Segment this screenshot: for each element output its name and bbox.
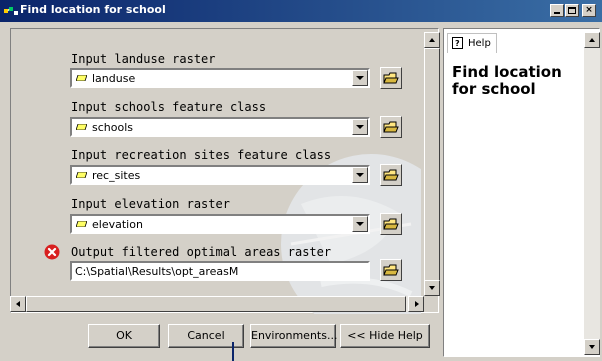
help-scrollbar[interactable] [584,32,600,355]
arrow-right-icon [415,301,419,307]
horizontal-scrollbar[interactable] [10,296,424,312]
browse-output-button[interactable] [380,259,402,281]
chevron-down-icon [356,76,364,80]
help-icon: ? [452,37,463,49]
arrow-up-icon [429,38,435,42]
field-label-elevation: Input elevation raster [71,197,230,211]
combo-value: schools [92,121,133,134]
scroll-up-button[interactable] [424,32,440,48]
scroll-right-button[interactable] [408,296,424,312]
scroll-thumb[interactable] [26,296,406,312]
field-label-schools: Input schools feature class [71,100,267,114]
arrow-down-icon [429,286,435,290]
svg-text:?: ? [455,39,460,48]
dropdown-button[interactable] [352,119,368,135]
text-cursor [232,342,234,361]
feature-layer-icon [76,172,87,178]
scroll-thumb[interactable] [424,48,440,292]
field-label-landuse: Input landuse raster [71,52,216,66]
schools-combo[interactable]: schools [70,117,370,137]
scroll-left-button[interactable] [10,296,26,312]
minimize-icon [554,12,560,14]
field-label-rec-sites: Input recreation sites feature class [71,148,332,162]
landuse-raster-combo[interactable]: landuse [70,68,370,88]
environments-button[interactable]: Environments... [250,324,337,348]
close-icon: × [585,5,593,15]
close-button[interactable]: × [582,4,596,17]
dropdown-button[interactable] [352,216,368,232]
minimize-button[interactable] [550,4,564,17]
combo-value: rec_sites [92,169,141,182]
arrow-up-icon [589,38,595,42]
help-scroll-down-button[interactable] [584,339,600,355]
browse-landuse-button[interactable] [380,67,402,89]
maximize-button[interactable] [565,4,579,17]
chevron-down-icon [356,125,364,129]
rec-sites-combo[interactable]: rec_sites [70,165,370,185]
help-tab[interactable]: ? Help [447,33,497,53]
open-folder-icon [383,121,399,133]
open-folder-icon [383,264,399,276]
browse-schools-button[interactable] [380,116,402,138]
arrow-left-icon [16,301,20,307]
maximize-icon [568,7,576,14]
hide-help-button[interactable]: << Hide Help [340,324,430,348]
dropdown-button[interactable] [352,70,368,86]
feature-layer-icon [76,124,87,130]
arrow-down-icon [589,345,595,349]
model-tool-icon [4,7,18,15]
window-title: Find location for school [20,3,166,16]
chevron-down-icon [356,222,364,226]
raster-layer-icon [76,221,87,227]
error-icon [44,244,60,260]
vertical-scrollbar[interactable] [424,32,440,296]
ok-button[interactable]: OK [88,324,160,348]
browse-rec-sites-button[interactable] [380,164,402,186]
scroll-down-button[interactable] [424,280,440,296]
chevron-down-icon [356,173,364,177]
combo-value: elevation [92,218,143,231]
open-folder-icon [383,169,399,181]
elevation-raster-combo[interactable]: elevation [70,214,370,234]
open-folder-icon [383,218,399,230]
raster-layer-icon [76,75,87,81]
field-label-output: Output filtered optimal areas raster [71,245,332,259]
dropdown-button[interactable] [352,167,368,183]
title-bar: Find location for school × [0,0,602,22]
output-raster-field[interactable]: C:\Spatial\Results\opt_areasM [70,261,370,281]
browse-elevation-button[interactable] [380,213,402,235]
help-scroll-up-button[interactable] [584,32,600,48]
combo-value: landuse [92,72,136,85]
help-tab-label: Help [468,38,491,49]
help-heading: Find location for school [452,63,562,98]
open-folder-icon [383,72,399,84]
